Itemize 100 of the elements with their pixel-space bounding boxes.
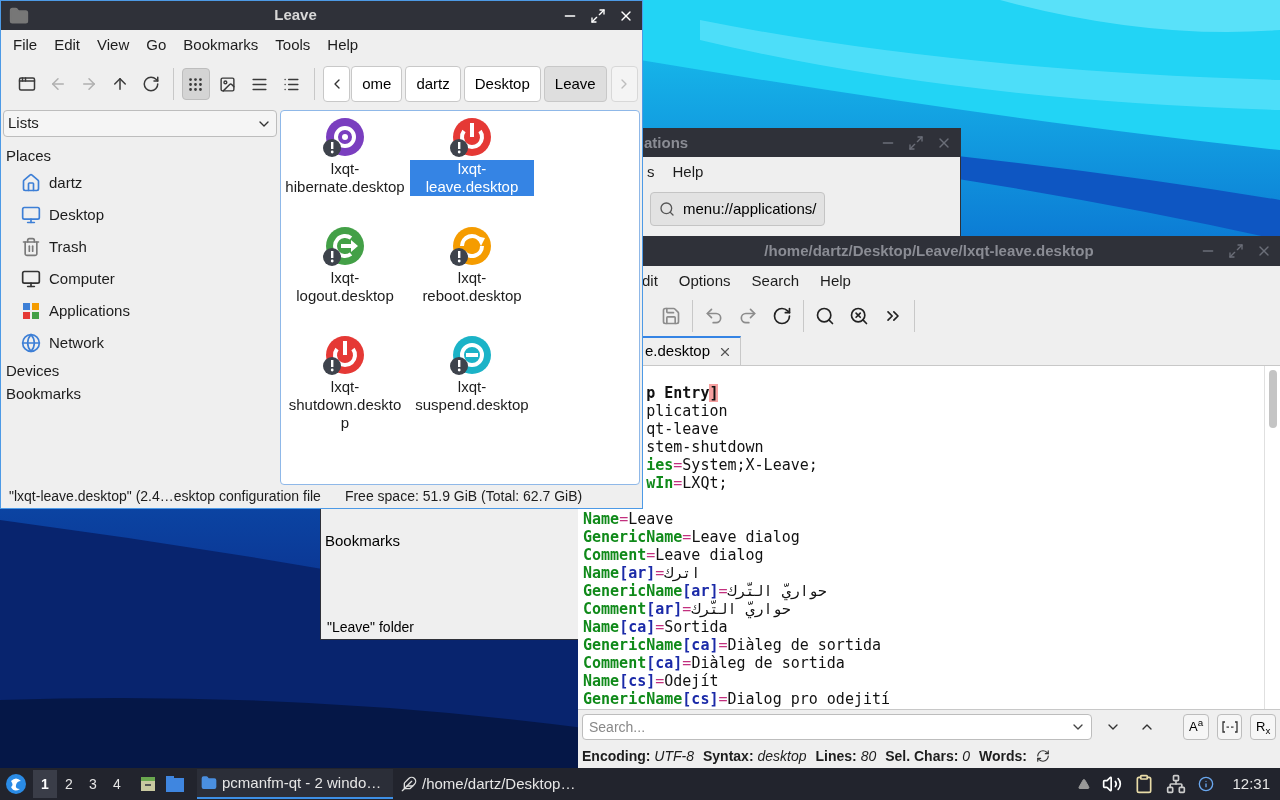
menu-item[interactable]: Search bbox=[751, 269, 800, 293]
scrollbar-thumb[interactable] bbox=[1268, 370, 1277, 428]
icon-grid-icon bbox=[187, 75, 205, 93]
network-icon[interactable] bbox=[1166, 774, 1187, 794]
file-name[interactable]: lxqt-reboot.desktop bbox=[410, 269, 534, 305]
section-heading: Bookmarks bbox=[5, 384, 83, 404]
menu-item[interactable]: Options bbox=[678, 269, 731, 293]
status-text: "Leave" folder bbox=[327, 617, 414, 637]
place-item[interactable]: Trash bbox=[49, 235, 87, 259]
status-text: Free space: 51.9 GiB (Total: 62.7 GiB) bbox=[344, 487, 583, 506]
code-line: GenericName=Leave dialog bbox=[583, 528, 800, 546]
icon-grid-view-button[interactable] bbox=[181, 68, 210, 100]
file-name[interactable]: lxqt-leave.desktop bbox=[410, 160, 534, 196]
find-icon bbox=[815, 306, 835, 326]
folder-icon[interactable] bbox=[165, 775, 185, 793]
network-folder-icon bbox=[21, 333, 41, 353]
code-line: GenericName[ca]=Diàleg de sortida bbox=[583, 636, 882, 654]
location-button[interactable]: menu://applications/ bbox=[650, 192, 826, 226]
place-item[interactable]: Applications bbox=[49, 299, 130, 323]
status-text: "lxqt-leave.desktop" (2.4…esktop configuration file bbox=[9, 487, 321, 506]
place-item[interactable]: Computer bbox=[49, 267, 115, 291]
document-tab[interactable]: e.desktop bbox=[642, 336, 742, 365]
status-field: Sel. Chars: 0 bbox=[885, 745, 971, 767]
task-button[interactable]: pcmanfm-qt - 2 windo… bbox=[197, 769, 393, 799]
file-name[interactable]: lxqt-logout.desktop bbox=[283, 269, 407, 305]
menu-item[interactable]: Edit bbox=[46, 30, 89, 61]
match-case-button[interactable]: A$^{a}$ bbox=[1183, 714, 1209, 740]
redo-icon bbox=[738, 306, 758, 326]
menu-item[interactable]: Help bbox=[820, 269, 851, 293]
maximize-icon[interactable] bbox=[590, 7, 606, 24]
code-line: GenericName[cs]=Dialog pro odejití bbox=[583, 690, 891, 708]
computer-icon bbox=[21, 269, 41, 289]
clipboard-icon[interactable] bbox=[1134, 774, 1155, 794]
file-name[interactable]: lxqt-suspend.desktop bbox=[410, 378, 534, 414]
file-cabinet-icon[interactable] bbox=[139, 775, 157, 793]
section-heading: Bookmarks bbox=[325, 531, 401, 551]
menu-item[interactable]: File bbox=[5, 30, 46, 61]
menu-item[interactable]: Go bbox=[138, 30, 175, 61]
new-window-icon bbox=[17, 75, 36, 93]
regex-button[interactable]: R$_{x}$ bbox=[1250, 714, 1276, 740]
status-field: Encoding: UTF-8 bbox=[582, 745, 694, 767]
menu-item[interactable]: Help bbox=[672, 161, 704, 184]
menu-item[interactable]: Tools bbox=[267, 30, 319, 61]
place-item[interactable]: dartz bbox=[49, 171, 83, 195]
path-button[interactable]: Leave bbox=[543, 66, 607, 102]
place-item[interactable]: Desktop bbox=[49, 203, 105, 227]
status-field: Lines: 80 bbox=[815, 745, 877, 767]
status-field: Words: bbox=[979, 745, 1027, 767]
status-field: Syntax: desktop bbox=[703, 745, 807, 767]
search-icon bbox=[659, 201, 675, 217]
quill-icon bbox=[401, 776, 417, 792]
reload-icon bbox=[772, 306, 792, 326]
search-field[interactable]: Search... bbox=[582, 714, 1093, 740]
clock[interactable]: 12:31 bbox=[1232, 772, 1270, 796]
side-pane-mode-dropdown[interactable]: Lists bbox=[3, 110, 277, 137]
window-title: ations bbox=[644, 132, 690, 153]
code-line: Comment=Leave dialog bbox=[583, 546, 764, 564]
code-line: qt-leave bbox=[645, 420, 719, 438]
code-line: wIn=LXQt; bbox=[645, 474, 728, 492]
code-line: plication bbox=[645, 402, 728, 420]
desktop-icon bbox=[21, 205, 41, 225]
code-line: stem-shutdown bbox=[645, 438, 764, 456]
reload-icon bbox=[142, 75, 161, 93]
task-button[interactable]: /home/dartz/Desktop… bbox=[397, 769, 593, 799]
volume-icon[interactable] bbox=[1102, 774, 1123, 794]
whole-word-icon bbox=[1221, 721, 1238, 733]
replace-icon bbox=[849, 306, 869, 326]
menu-item[interactable]: Help bbox=[319, 30, 367, 61]
image-icon bbox=[219, 75, 237, 93]
menu-item[interactable]: View bbox=[89, 30, 138, 61]
path-button[interactable]: dartz bbox=[405, 66, 461, 102]
folder-icon bbox=[201, 775, 217, 791]
code-line: Name[ca]=Sortida bbox=[583, 618, 728, 636]
notification-icon[interactable] bbox=[1198, 776, 1215, 792]
menu-item[interactable]: s bbox=[647, 161, 655, 184]
desktop-switch-button[interactable]: 4 bbox=[105, 770, 129, 798]
file-name[interactable]: lxqt-shutdown.desktop bbox=[283, 378, 407, 432]
path-button[interactable]: Desktop bbox=[463, 66, 541, 102]
trash-icon bbox=[21, 237, 41, 257]
whole-word-button[interactable] bbox=[1216, 714, 1243, 740]
path-button[interactable]: ome bbox=[351, 66, 403, 102]
desktop-switch-button[interactable]: 3 bbox=[81, 770, 105, 798]
start-menu-icon[interactable] bbox=[5, 773, 27, 795]
folder-icon bbox=[9, 5, 29, 26]
code-line: Name[cs]=Odejít bbox=[583, 672, 719, 690]
section-heading: Devices bbox=[5, 361, 61, 381]
refresh-icon[interactable] bbox=[1036, 749, 1050, 763]
code-line: Comment[ca]=Diàleg de sortida bbox=[583, 654, 845, 672]
desktop-switch-button[interactable]: 1 bbox=[33, 770, 57, 798]
desktop-switch-button[interactable]: 2 bbox=[57, 770, 81, 798]
window-title: Leave bbox=[273, 5, 318, 26]
tray-expand-icon[interactable] bbox=[1078, 778, 1091, 790]
place-item[interactable]: Network bbox=[49, 331, 104, 355]
section-heading: Places bbox=[5, 146, 53, 166]
menu-item[interactable]: dit bbox=[642, 269, 658, 293]
file-name[interactable]: lxqt-hibernate.desktop bbox=[283, 160, 407, 196]
menu-item[interactable]: Bookmarks bbox=[175, 30, 267, 61]
window-title: /home/dartz/Desktop/Leave/lxqt-leave.desktop bbox=[763, 240, 1095, 261]
undo-icon bbox=[704, 306, 724, 326]
code-line: Name=Leave bbox=[583, 510, 674, 528]
